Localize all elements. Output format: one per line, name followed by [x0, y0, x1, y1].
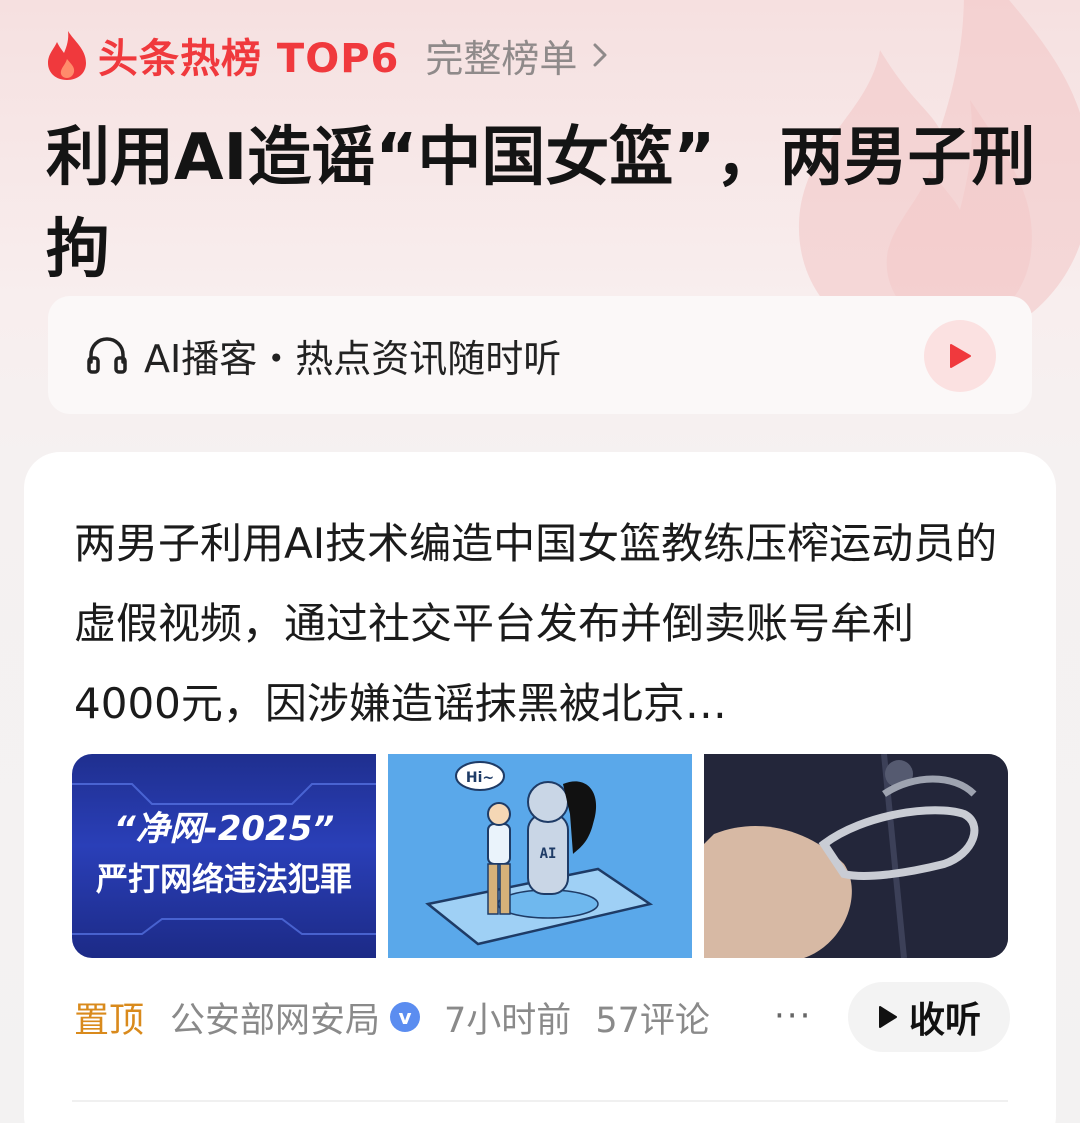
- hot-list-header[interactable]: 头条热榜 TOP6 完整榜单: [44, 24, 611, 86]
- publish-time: 7小时前: [444, 1000, 572, 1041]
- ai-robot-illustration: AI Hi~: [425, 761, 654, 946]
- image-thumbnail-2[interactable]: AI Hi~: [388, 754, 692, 958]
- podcast-play-button[interactable]: [924, 320, 996, 392]
- card-divider: [72, 1100, 1008, 1102]
- full-list-link[interactable]: 完整榜单: [425, 28, 611, 83]
- ai-podcast-bar[interactable]: AI播客・热点资讯随时听: [48, 296, 1032, 414]
- robot-label-text: AI: [540, 846, 557, 862]
- banner-line1-text: “净网-2025”: [114, 809, 335, 849]
- image-thumbnail-1[interactable]: “净网-2025” 严打网络违法犯罪: [72, 754, 376, 958]
- podcast-label: AI播客・热点资讯随时听: [144, 336, 562, 381]
- play-triangle-icon: [878, 1006, 897, 1028]
- chevron-right-icon: [593, 43, 607, 67]
- comment-count[interactable]: 57评论: [595, 992, 710, 1043]
- listen-label: 收听: [908, 1000, 981, 1041]
- headline-title[interactable]: 利用AI造谣“中国女篮”，两男子刑拘: [46, 112, 1036, 296]
- news-card[interactable]: 两男子利用AI技术编造中国女篮教练压榨运动员的虚假视频，通过社交平台发布并倒卖账…: [24, 452, 1056, 1123]
- article-summary[interactable]: 两男子利用AI技术编造中国女篮教练压榨运动员的虚假视频，通过社交平台发布并倒卖账…: [74, 504, 1014, 744]
- fire-icon: [48, 31, 86, 80]
- full-list-label: 完整榜单: [425, 36, 578, 81]
- article-meta-row: 置顶 公安部网安局 v 7小时前 57评论 ··· 收听: [74, 982, 1014, 1052]
- headphones-icon: [87, 337, 127, 374]
- banner-line2-text: 严打网络违法犯罪: [96, 860, 352, 898]
- listen-button[interactable]: 收听: [848, 982, 1010, 1052]
- source-name[interactable]: 公安部网安局: [170, 992, 380, 1043]
- jingwang-banner-image: “净网-2025” 严打网络违法犯罪: [72, 783, 376, 935]
- hi-bubble-text: Hi~: [466, 770, 494, 786]
- image-gallery: “净网-2025” 严打网络违法犯罪 AI Hi~: [72, 754, 1008, 958]
- hot-list-title: 头条热榜 TOP6: [98, 36, 400, 82]
- handcuffs-image: [704, 754, 1008, 958]
- play-icon: [950, 344, 971, 368]
- more-icon[interactable]: ···: [774, 996, 812, 1036]
- verified-icon: v: [390, 1002, 421, 1032]
- pinned-badge: 置顶: [74, 1000, 145, 1041]
- image-thumbnail-3[interactable]: [704, 754, 1008, 958]
